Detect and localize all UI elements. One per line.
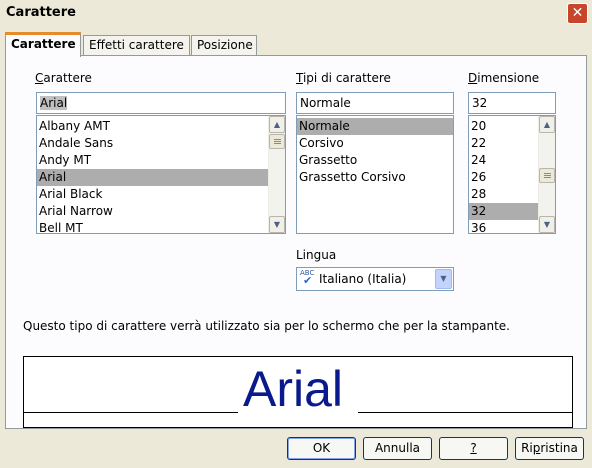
help-button[interactable]: ? [439,437,508,460]
list-item[interactable]: Bell MT [37,220,269,233]
preview-text: Arial [243,361,344,417]
list-item[interactable]: Grassetto Corsivo [297,169,453,186]
reset-button[interactable]: Ripristina [515,437,584,460]
style-input[interactable]: Normale [296,92,454,114]
font-preview: Arial [23,356,573,428]
font-list-scrollbar[interactable]: ▲ ▼ [268,116,285,233]
list-item-selected[interactable]: Arial [37,169,269,186]
list-item[interactable]: 36 [469,220,539,233]
chevron-down-icon: ▼ [440,274,447,283]
list-item[interactable]: 28 [469,186,539,203]
info-text: Questo tipo di carattere verrà utilizzat… [23,319,510,333]
language-label: Lingua [296,248,337,262]
language-dropdown-button[interactable]: ▼ [435,269,452,289]
window-title: Carattere [6,5,76,20]
style-label: Tipi di carattere [296,71,391,85]
list-item[interactable]: Andale Sans [37,135,269,152]
arrow-down-icon: ▼ [543,220,551,229]
list-item[interactable]: Corsivo [297,135,453,152]
title-bar: Carattere ✕ [0,0,592,26]
spellcheck-icon: ABC ✔ [300,269,315,287]
list-item[interactable]: Andy MT [37,152,269,169]
cancel-button[interactable]: Annulla [363,437,432,460]
scroll-down-button[interactable]: ▼ [539,216,555,233]
preview-baseline-left [24,412,238,413]
scroll-up-button[interactable]: ▲ [269,116,285,133]
ok-button[interactable]: OK [287,437,356,460]
list-item-selected[interactable]: Normale [297,118,453,135]
font-label: Carattere [35,71,92,85]
list-item[interactable]: 20 [469,118,539,135]
list-item[interactable]: Arial Black [37,186,269,203]
list-item[interactable]: Arial Narrow [37,203,269,220]
scroll-up-button[interactable]: ▲ [539,116,555,133]
tab-panel: Carattere Arial Albany AMT Andale Sans A… [5,55,587,429]
list-item[interactable]: 26 [469,169,539,186]
scroll-thumb[interactable] [269,134,285,149]
preview-baseline-right [358,412,573,413]
close-icon: ✕ [571,5,584,21]
style-list[interactable]: Normale Corsivo Grassetto Grassetto Cors… [296,115,454,234]
scroll-thumb[interactable] [539,168,555,183]
arrow-up-icon: ▲ [543,120,551,129]
list-item[interactable]: 22 [469,135,539,152]
size-input[interactable]: 32 [468,92,556,114]
arrow-up-icon: ▲ [273,120,281,129]
font-name-input[interactable]: Arial [36,92,286,114]
size-label: Dimensione [468,71,540,85]
font-name-value: Arial [40,96,68,110]
language-select[interactable]: ABC ✔ Italiano (Italia) ▼ [296,267,454,291]
scroll-down-button[interactable]: ▼ [269,216,285,233]
size-list[interactable]: 20 22 24 26 28 32 36 ▲ ▼ [468,115,556,234]
language-value: Italiano (Italia) [319,272,407,286]
tab-carattere[interactable]: Carattere [5,32,81,57]
size-list-scrollbar[interactable]: ▲ ▼ [538,116,555,233]
tab-posizione[interactable]: Posizione [191,35,257,56]
list-item-selected[interactable]: 32 [469,203,539,220]
arrow-down-icon: ▼ [273,220,281,229]
list-item[interactable]: Grassetto [297,152,453,169]
list-item[interactable]: 24 [469,152,539,169]
tab-effetti-carattere[interactable]: Effetti carattere [83,35,190,56]
close-button[interactable]: ✕ [567,3,588,24]
font-list[interactable]: Albany AMT Andale Sans Andy MT Arial Ari… [36,115,286,234]
list-item[interactable]: Albany AMT [37,118,269,135]
